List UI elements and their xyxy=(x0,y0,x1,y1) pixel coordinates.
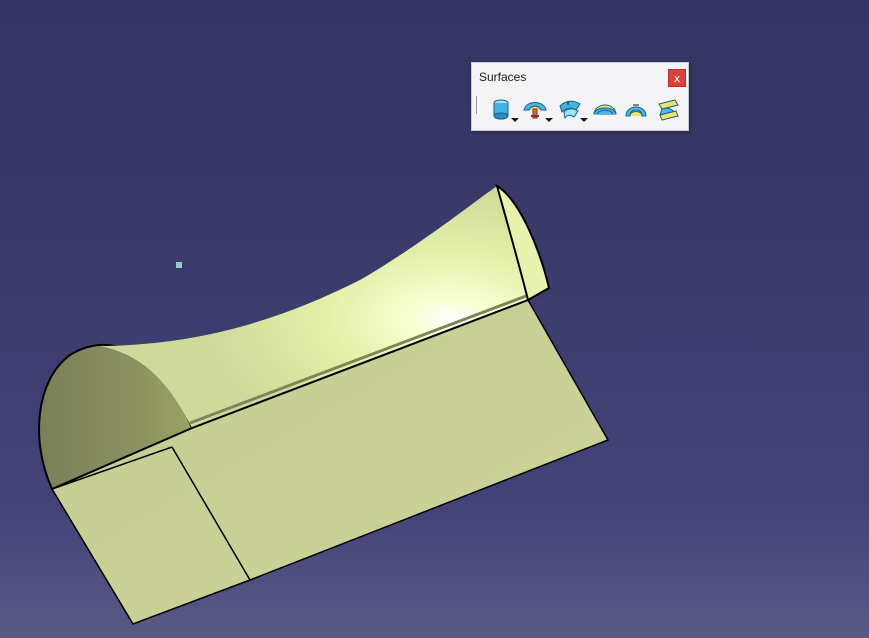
surfaces-toolbar[interactable]: Surfaces x xyxy=(471,62,689,131)
chevron-down-icon[interactable] xyxy=(545,118,553,122)
sweep-surface-button[interactable] xyxy=(591,96,621,124)
multi-section-surface-icon xyxy=(625,104,647,117)
3d-viewport[interactable] xyxy=(0,0,869,638)
origin-marker xyxy=(176,262,182,268)
chevron-down-icon[interactable] xyxy=(511,118,519,122)
toolbar-title: Surfaces xyxy=(479,70,527,84)
revolve-surface-button[interactable] xyxy=(521,96,553,124)
offset-surface-button[interactable] xyxy=(556,96,588,124)
blend-surface-icon xyxy=(658,99,679,121)
close-button[interactable]: x xyxy=(668,69,686,87)
chevron-down-icon[interactable] xyxy=(580,118,588,122)
extrude-surface-button[interactable] xyxy=(487,96,519,124)
multi-section-surface-button[interactable] xyxy=(622,96,652,124)
blend-surface-button[interactable] xyxy=(654,96,684,124)
sweep-surface-icon xyxy=(593,104,617,115)
toolbar-grip[interactable] xyxy=(476,96,480,114)
